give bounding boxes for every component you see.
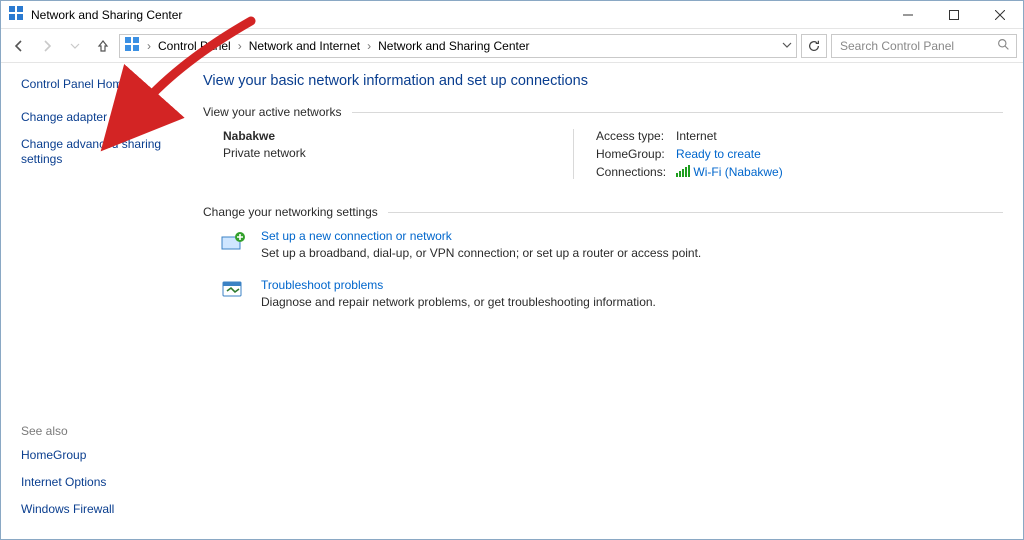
see-also-internet-options[interactable]: Internet Options xyxy=(21,475,189,490)
active-networks-header: View your active networks xyxy=(203,105,1003,119)
see-also-windows-firewall[interactable]: Windows Firewall xyxy=(21,502,189,517)
search-input[interactable] xyxy=(838,38,997,54)
close-button[interactable] xyxy=(977,1,1023,28)
main-content: View your basic network information and … xyxy=(197,63,1023,539)
option-setup-connection[interactable]: Set up a new connection or network Set u… xyxy=(219,229,1003,260)
chevron-right-icon[interactable]: › xyxy=(363,39,375,53)
titlebar: Network and Sharing Center xyxy=(1,1,1023,29)
wifi-signal-icon xyxy=(676,165,690,177)
option-troubleshoot[interactable]: Troubleshoot problems Diagnose and repai… xyxy=(219,278,1003,309)
minimize-button[interactable] xyxy=(885,1,931,28)
search-box[interactable] xyxy=(831,34,1017,58)
maximize-button[interactable] xyxy=(931,1,977,28)
section-label: Change your networking settings xyxy=(203,205,378,219)
address-history-button[interactable] xyxy=(782,39,792,53)
homegroup-link[interactable]: Ready to create xyxy=(676,147,761,161)
change-advanced-sharing-link[interactable]: Change advanced sharing settings xyxy=(21,137,189,167)
network-type: Private network xyxy=(223,146,573,160)
access-type-value: Internet xyxy=(676,129,783,143)
refresh-button[interactable] xyxy=(801,34,827,58)
connection-link[interactable]: Wi-Fi (Nabakwe) xyxy=(676,165,783,179)
breadcrumb-item[interactable]: Network and Sharing Center xyxy=(378,39,529,53)
see-also-homegroup[interactable]: HomeGroup xyxy=(21,448,189,463)
active-network-row: Nabakwe Private network Access type: Int… xyxy=(203,129,1003,179)
chevron-right-icon[interactable]: › xyxy=(234,39,246,53)
chevron-right-icon[interactable]: › xyxy=(143,39,155,53)
search-icon xyxy=(997,38,1010,54)
up-button[interactable] xyxy=(91,34,115,58)
change-settings-header: Change your networking settings xyxy=(203,205,1003,219)
breadcrumb-item[interactable]: Control Panel xyxy=(158,39,231,53)
sidebar: Control Panel Home Change adapter settin… xyxy=(1,63,197,539)
body: Control Panel Home Change adapter settin… xyxy=(1,63,1023,539)
address-bar[interactable]: › Control Panel › Network and Internet ›… xyxy=(119,34,797,58)
connection-link-text: Wi-Fi (Nabakwe) xyxy=(693,165,782,179)
divider xyxy=(388,212,1003,213)
see-also-label: See also xyxy=(21,424,189,438)
homegroup-label: HomeGroup: xyxy=(596,147,666,161)
breadcrumb-item[interactable]: Network and Internet xyxy=(249,39,360,53)
window: Network and Sharing Center xyxy=(0,0,1024,540)
forward-button[interactable] xyxy=(35,34,59,58)
window-title: Network and Sharing Center xyxy=(31,8,885,22)
new-connection-icon xyxy=(219,229,247,255)
access-type-label: Access type: xyxy=(596,129,666,143)
page-title: View your basic network information and … xyxy=(203,73,1003,89)
nav-row: › Control Panel › Network and Internet ›… xyxy=(1,29,1023,63)
divider xyxy=(352,112,1003,113)
connections-label: Connections: xyxy=(596,165,666,179)
option-description: Set up a broadband, dial-up, or VPN conn… xyxy=(261,246,701,260)
troubleshoot-icon xyxy=(219,278,247,304)
address-icon xyxy=(124,36,140,55)
section-label: View your active networks xyxy=(203,105,342,119)
recent-locations-button[interactable] xyxy=(63,34,87,58)
option-description: Diagnose and repair network problems, or… xyxy=(261,295,656,309)
back-button[interactable] xyxy=(7,34,31,58)
option-link[interactable]: Troubleshoot problems xyxy=(261,278,383,292)
change-adapter-settings-link[interactable]: Change adapter settings xyxy=(21,110,189,125)
control-panel-home-link[interactable]: Control Panel Home xyxy=(21,77,189,92)
network-name: Nabakwe xyxy=(223,129,573,143)
option-link[interactable]: Set up a new connection or network xyxy=(261,229,452,243)
app-icon xyxy=(8,5,24,24)
